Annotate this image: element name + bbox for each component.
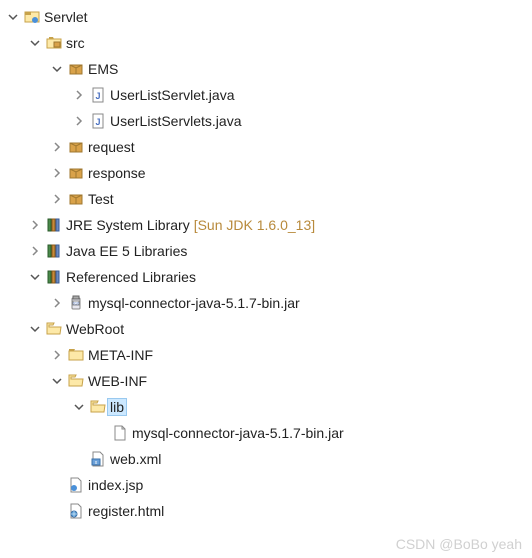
folder-label: META-INF bbox=[88, 347, 153, 363]
expand-arrow-down-icon[interactable] bbox=[50, 62, 64, 76]
file-label: web.xml bbox=[110, 451, 161, 467]
folder-icon bbox=[68, 347, 84, 363]
tree-item-jsp[interactable]: index.jsp bbox=[4, 472, 528, 498]
package-label: Test bbox=[88, 191, 114, 207]
jsp-file-icon bbox=[68, 477, 84, 493]
file-label: register.html bbox=[88, 503, 164, 519]
package-icon bbox=[68, 61, 84, 77]
expand-arrow-right-icon[interactable] bbox=[72, 88, 86, 102]
expand-arrow-down-icon[interactable] bbox=[28, 270, 42, 284]
expand-arrow-right-icon[interactable] bbox=[50, 348, 64, 362]
folder-open-icon bbox=[68, 373, 84, 389]
svg-text:J: J bbox=[95, 91, 100, 101]
tree-item-html[interactable]: register.html bbox=[4, 498, 528, 524]
tree-item-jar-file[interactable]: mysql-connector-java-5.1.7-bin.jar bbox=[4, 420, 528, 446]
library-label: Referenced Libraries bbox=[66, 269, 196, 285]
file-icon bbox=[112, 425, 128, 441]
tree-item-jre[interactable]: JRE System Library [Sun JDK 1.6.0_13] bbox=[4, 212, 528, 238]
file-label: mysql-connector-java-5.1.7-bin.jar bbox=[132, 425, 344, 441]
expand-arrow-down-icon[interactable] bbox=[28, 36, 42, 50]
project-label: Servlet bbox=[44, 9, 88, 25]
tree-item-java-file[interactable]: J UserListServlets.java bbox=[4, 108, 528, 134]
tree-item-webxml[interactable]: x web.xml bbox=[4, 446, 528, 472]
watermark: CSDN @BoBo yeah bbox=[396, 536, 522, 552]
java-file-icon: J bbox=[90, 87, 106, 103]
tree-item-package-test[interactable]: Test bbox=[4, 186, 528, 212]
tree-item-jar[interactable]: 010 mysql-connector-java-5.1.7-bin.jar bbox=[4, 290, 528, 316]
java-file-label: UserListServlet.java bbox=[110, 87, 235, 103]
tree-item-package-response[interactable]: response bbox=[4, 160, 528, 186]
folder-label: WebRoot bbox=[66, 321, 124, 337]
svg-text:010: 010 bbox=[73, 301, 80, 306]
tree-item-metainf[interactable]: META-INF bbox=[4, 342, 528, 368]
package-label: response bbox=[88, 165, 146, 181]
folder-open-icon bbox=[46, 321, 62, 337]
tree-item-src[interactable]: src bbox=[4, 30, 528, 56]
package-label: request bbox=[88, 139, 135, 155]
src-label: src bbox=[66, 35, 85, 51]
source-folder-icon bbox=[46, 35, 62, 51]
folder-label: WEB-INF bbox=[88, 373, 147, 389]
package-icon bbox=[68, 191, 84, 207]
expand-arrow-down-icon[interactable] bbox=[50, 374, 64, 388]
tree-item-reflib[interactable]: Referenced Libraries bbox=[4, 264, 528, 290]
expand-arrow-right-icon[interactable] bbox=[72, 114, 86, 128]
folder-open-icon bbox=[90, 399, 106, 415]
expand-arrow-right-icon[interactable] bbox=[28, 244, 42, 258]
java-file-label: UserListServlets.java bbox=[110, 113, 242, 129]
package-icon bbox=[68, 165, 84, 181]
tree-item-javaee[interactable]: Java EE 5 Libraries bbox=[4, 238, 528, 264]
xml-file-icon: x bbox=[90, 451, 106, 467]
expand-arrow-right-icon[interactable] bbox=[50, 296, 64, 310]
tree-item-project[interactable]: Servlet bbox=[4, 4, 528, 30]
library-icon bbox=[46, 217, 62, 233]
expand-arrow-down-icon[interactable] bbox=[28, 322, 42, 336]
expand-arrow-right-icon[interactable] bbox=[28, 218, 42, 232]
tree-item-webroot[interactable]: WebRoot bbox=[4, 316, 528, 342]
expand-arrow-right-icon[interactable] bbox=[50, 166, 64, 180]
svg-text:J: J bbox=[95, 117, 100, 127]
html-file-icon bbox=[68, 503, 84, 519]
package-label: EMS bbox=[88, 61, 118, 77]
tree-item-package-request[interactable]: request bbox=[4, 134, 528, 160]
tree-item-webinf[interactable]: WEB-INF bbox=[4, 368, 528, 394]
jar-label: mysql-connector-java-5.1.7-bin.jar bbox=[88, 295, 300, 311]
java-file-icon: J bbox=[90, 113, 106, 129]
project-icon bbox=[24, 9, 40, 25]
library-icon bbox=[46, 243, 62, 259]
tree-item-lib[interactable]: lib bbox=[4, 394, 528, 420]
library-label: Java EE 5 Libraries bbox=[66, 243, 187, 259]
expand-arrow-down-icon[interactable] bbox=[72, 400, 86, 414]
library-icon bbox=[46, 269, 62, 285]
file-label: index.jsp bbox=[88, 477, 143, 493]
library-label: JRE System Library bbox=[66, 217, 190, 233]
package-icon bbox=[68, 139, 84, 155]
expand-arrow-down-icon[interactable] bbox=[6, 10, 20, 24]
tree-item-java-file[interactable]: J UserListServlet.java bbox=[4, 82, 528, 108]
library-decoration: [Sun JDK 1.6.0_13] bbox=[194, 217, 315, 233]
expand-arrow-right-icon[interactable] bbox=[50, 140, 64, 154]
tree-item-package-ems[interactable]: EMS bbox=[4, 56, 528, 82]
folder-label-selected: lib bbox=[107, 398, 127, 416]
expand-arrow-right-icon[interactable] bbox=[50, 192, 64, 206]
jar-icon: 010 bbox=[68, 295, 84, 311]
